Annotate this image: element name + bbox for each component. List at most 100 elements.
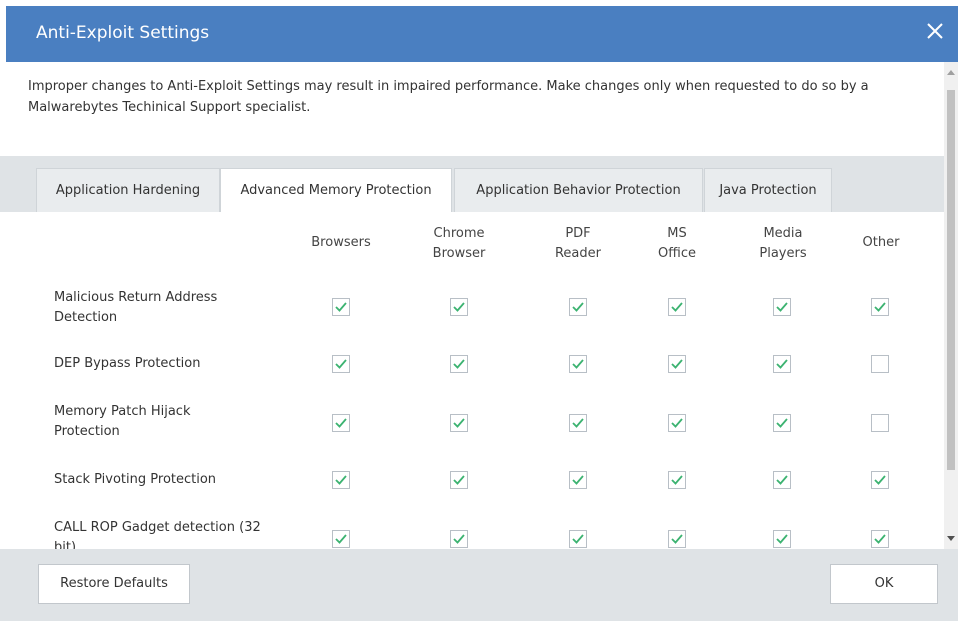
checkbox-pdf-reader[interactable]	[569, 471, 587, 489]
check-icon	[335, 418, 347, 428]
column-header-browsers: Browsers	[286, 233, 396, 253]
checkbox-chrome-browser[interactable]	[450, 414, 468, 432]
checkbox-media-players[interactable]	[773, 298, 791, 316]
close-icon[interactable]	[920, 16, 950, 46]
row-label-line: bit)	[54, 540, 77, 549]
checkbox-media-players[interactable]	[773, 530, 791, 548]
checkbox-other[interactable]	[871, 355, 889, 373]
checkbox-chrome-browser[interactable]	[450, 471, 468, 489]
checkbox-browsers[interactable]	[332, 298, 350, 316]
checkbox-browsers[interactable]	[332, 471, 350, 489]
checkbox-ms-office[interactable]	[668, 298, 686, 316]
scroll-up-arrow-icon[interactable]	[947, 70, 955, 75]
checkbox-ms-office[interactable]	[668, 530, 686, 548]
check-icon	[874, 534, 886, 544]
column-header-chrome-browser: Chrome Browser	[404, 224, 514, 264]
check-icon	[776, 418, 788, 428]
check-icon	[572, 359, 584, 369]
check-icon	[572, 534, 584, 544]
tab-application-hardening[interactable]: Application Hardening	[36, 168, 220, 212]
tab-advanced-memory-protection[interactable]: Advanced Memory Protection	[220, 168, 452, 213]
check-icon	[572, 418, 584, 428]
check-icon	[335, 359, 347, 369]
row-label-line: Protection	[54, 424, 120, 439]
checkbox-media-players[interactable]	[773, 414, 791, 432]
scrollbar[interactable]	[944, 62, 958, 549]
ok-button[interactable]: OK	[830, 564, 938, 604]
warning-text: Improper changes to Anti-Exploit Setting…	[28, 79, 869, 115]
restore-defaults-button[interactable]: Restore Defaults	[38, 564, 190, 604]
row-label-line: Detection	[54, 310, 118, 325]
check-icon	[776, 302, 788, 312]
title-bar: Anti-Exploit Settings	[6, 6, 958, 62]
column-header-line: Reader	[554, 246, 601, 261]
tab-java-protection[interactable]: Java Protection	[704, 168, 832, 212]
check-icon	[572, 302, 584, 312]
column-header-pdf-reader: PDF Reader	[523, 224, 633, 264]
checkbox-other[interactable]	[871, 471, 889, 489]
settings-table: Browsers Chrome Browser PDF Reader MS Of…	[0, 212, 944, 549]
row-label-memory-patch-hijack: Memory Patch Hijack Protection	[54, 402, 294, 442]
checkbox-browsers[interactable]	[332, 355, 350, 373]
tab-application-behavior-protection[interactable]: Application Behavior Protection	[454, 168, 703, 212]
check-icon	[671, 359, 683, 369]
column-header-line: Chrome	[433, 226, 485, 241]
checkbox-chrome-browser[interactable]	[450, 530, 468, 548]
check-icon	[671, 302, 683, 312]
checkbox-ms-office[interactable]	[668, 414, 686, 432]
row-label-line: CALL ROP Gadget detection (32	[54, 520, 261, 535]
check-icon	[453, 475, 465, 485]
checkbox-media-players[interactable]	[773, 471, 791, 489]
row-label-dep-bypass: DEP Bypass Protection	[54, 354, 294, 374]
checkbox-ms-office[interactable]	[668, 355, 686, 373]
check-icon	[874, 302, 886, 312]
checkbox-ms-office[interactable]	[668, 471, 686, 489]
check-icon	[453, 302, 465, 312]
checkbox-other[interactable]	[871, 530, 889, 548]
checkbox-pdf-reader[interactable]	[569, 298, 587, 316]
checkbox-pdf-reader[interactable]	[569, 414, 587, 432]
row-label-line: Stack Pivoting Protection	[54, 472, 217, 487]
checkbox-pdf-reader[interactable]	[569, 530, 587, 548]
checkbox-browsers[interactable]	[332, 530, 350, 548]
dialog-footer: Restore Defaults OK	[0, 549, 958, 621]
column-header-other: Other	[826, 233, 936, 253]
column-header-line: Media	[763, 226, 803, 241]
row-label-line: Memory Patch Hijack	[54, 404, 191, 419]
column-header-line: MS	[667, 226, 687, 241]
anti-exploit-settings-dialog: Anti-Exploit Settings Improper changes t…	[0, 0, 958, 621]
row-label-stack-pivoting: Stack Pivoting Protection	[54, 470, 294, 490]
row-label-call-rop-gadget: CALL ROP Gadget detection (32 bit)	[54, 518, 294, 549]
row-label-line: DEP Bypass Protection	[54, 356, 201, 371]
check-icon	[874, 475, 886, 485]
dialog-title: Anti-Exploit Settings	[36, 23, 210, 43]
column-header-line: Office	[658, 246, 696, 261]
check-icon	[453, 359, 465, 369]
checkbox-media-players[interactable]	[773, 355, 791, 373]
column-header-media-players: Media Players	[728, 224, 838, 264]
column-header-ms-office: MS Office	[622, 224, 732, 264]
checkbox-pdf-reader[interactable]	[569, 355, 587, 373]
row-label-line: Malicious Return Address	[54, 290, 218, 305]
scrollbar-thumb[interactable]	[947, 90, 955, 470]
check-icon	[671, 534, 683, 544]
check-icon	[453, 418, 465, 428]
column-header-line: Other	[862, 235, 900, 250]
scroll-down-arrow-icon[interactable]	[947, 536, 955, 541]
checkbox-chrome-browser[interactable]	[450, 355, 468, 373]
checkbox-chrome-browser[interactable]	[450, 298, 468, 316]
checkbox-other[interactable]	[871, 298, 889, 316]
checkbox-browsers[interactable]	[332, 414, 350, 432]
check-icon	[776, 359, 788, 369]
check-icon	[776, 534, 788, 544]
check-icon	[671, 475, 683, 485]
column-header-line: Browser	[432, 246, 486, 261]
row-label-malicious-return-address: Malicious Return Address Detection	[54, 288, 294, 328]
checkbox-other[interactable]	[871, 414, 889, 432]
check-icon	[335, 475, 347, 485]
column-header-line: Browsers	[311, 235, 371, 250]
column-header-line: PDF	[565, 226, 591, 241]
check-icon	[671, 418, 683, 428]
tab-bar: Application Hardening Advanced Memory Pr…	[0, 156, 944, 213]
column-header-line: Players	[759, 246, 807, 261]
